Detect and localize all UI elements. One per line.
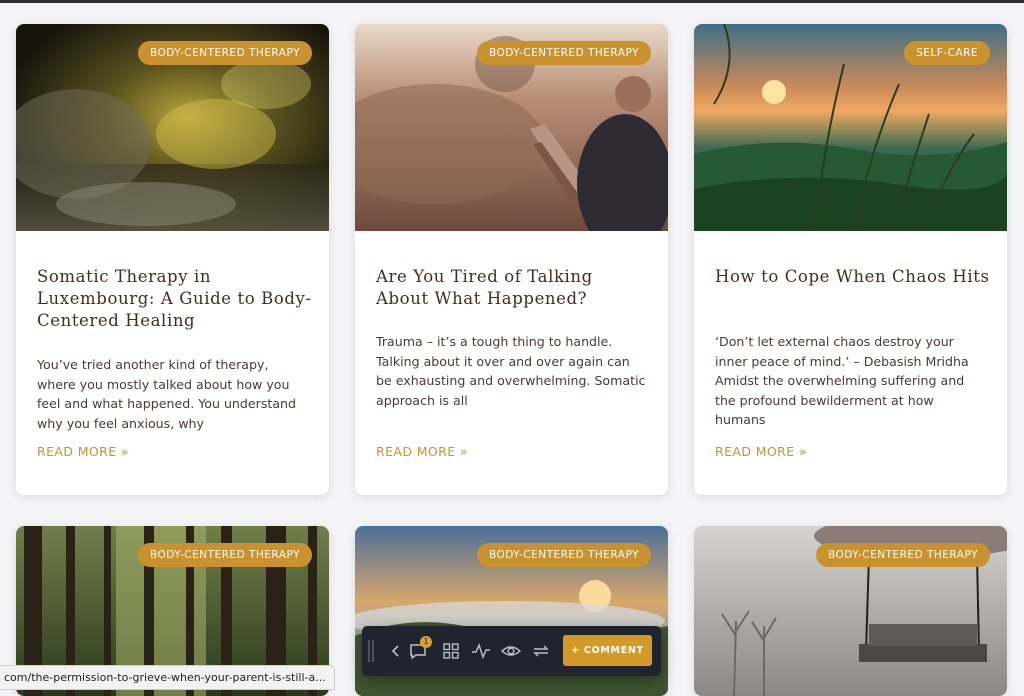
category-badge[interactable]: BODY-CENTERED THERAPY: [138, 543, 312, 567]
category-badge[interactable]: BODY-CENTERED THERAPY: [138, 41, 312, 65]
category-badge[interactable]: BODY-CENTERED THERAPY: [816, 543, 990, 567]
read-more-link[interactable]: READ MORE »: [37, 444, 129, 459]
post-excerpt: You’ve tried another kind of therapy, wh…: [37, 357, 297, 431]
category-badge[interactable]: BODY-CENTERED THERAPY: [477, 543, 651, 567]
notification-count-badge: 1: [420, 636, 432, 648]
comment-toolbar: 1 + COMMENT: [362, 626, 661, 676]
refresh-icon[interactable]: [529, 639, 553, 663]
post-card[interactable]: SELF-CARE How to Cope When Chaos Hits ‘D…: [694, 24, 1007, 495]
category-badge[interactable]: BODY-CENTERED THERAPY: [477, 41, 651, 65]
read-more-link[interactable]: READ MORE »: [715, 444, 807, 459]
post-title[interactable]: How to Cope When Chaos Hits: [715, 266, 990, 288]
post-excerpt: Trauma – it’s a tough thing to handle. T…: [376, 334, 646, 408]
status-bar-url: com/the-permission-to-grieve-when-your-p…: [0, 665, 335, 690]
grid-icon[interactable]: [439, 639, 463, 663]
eye-icon[interactable]: [499, 639, 523, 663]
add-comment-button[interactable]: + COMMENT: [563, 635, 652, 666]
post-title[interactable]: Somatic Therapy in Luxembourg: A Guide t…: [37, 266, 312, 332]
post-image[interactable]: BODY-CENTERED THERAPY: [355, 24, 668, 231]
post-excerpt: ‘Don’t let external chaos destroy your i…: [715, 334, 969, 428]
activity-icon[interactable]: [469, 639, 493, 663]
post-card[interactable]: BODY-CENTERED THERAPY Somatic Therapy in…: [16, 24, 329, 495]
top-edge-bar: [0, 0, 1024, 3]
chevron-left-icon[interactable]: [384, 639, 408, 663]
drag-handle-icon[interactable]: [368, 640, 374, 662]
read-more-link[interactable]: READ MORE »: [376, 444, 468, 459]
post-card[interactable]: BODY-CENTERED THERAPY Are You Tired of T…: [355, 24, 668, 495]
post-image[interactable]: SELF-CARE: [694, 24, 1007, 231]
category-badge[interactable]: SELF-CARE: [904, 41, 990, 65]
post-title[interactable]: Are You Tired of Talking About What Happ…: [376, 266, 651, 310]
post-image[interactable]: BODY-CENTERED THERAPY: [694, 526, 1007, 696]
post-card[interactable]: BODY-CENTERED THERAPY: [694, 526, 1007, 696]
post-image[interactable]: BODY-CENTERED THERAPY: [16, 24, 329, 231]
